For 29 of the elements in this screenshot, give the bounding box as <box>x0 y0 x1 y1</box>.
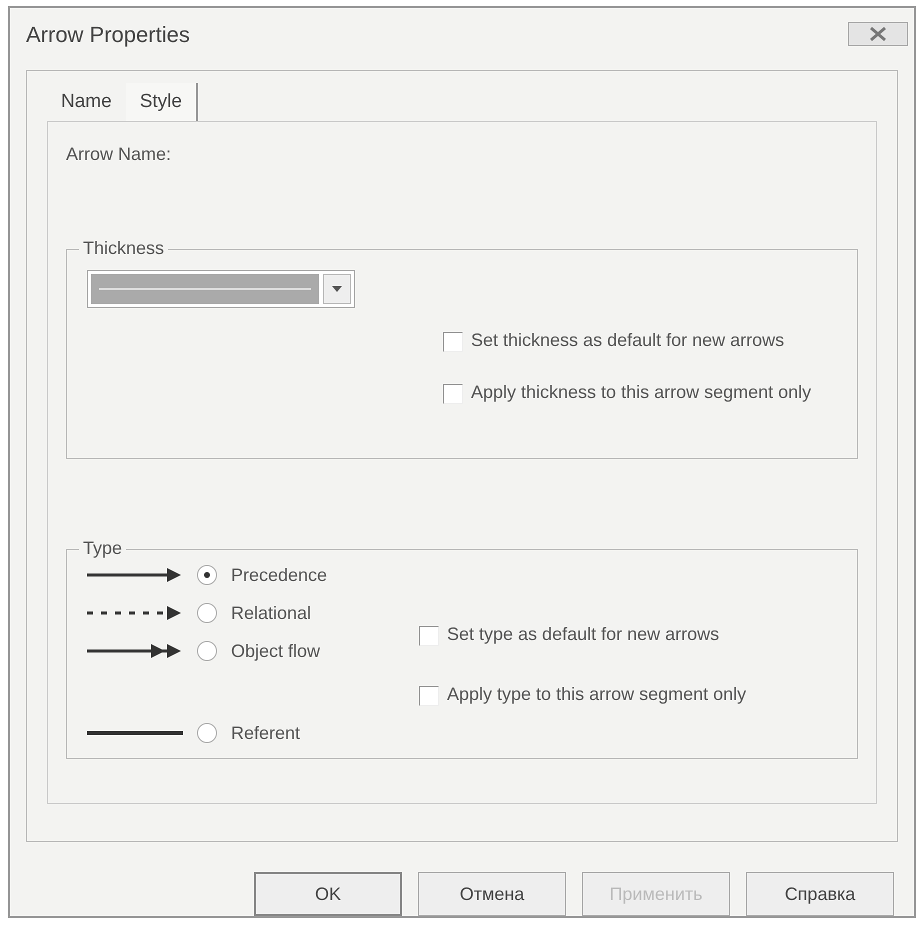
close-button[interactable] <box>848 22 908 46</box>
checkbox[interactable] <box>419 626 439 646</box>
field-label: Arrow Name: <box>66 144 172 165</box>
tab[interactable]: Style <box>126 83 198 121</box>
radio-button[interactable] <box>197 603 217 623</box>
close-icon <box>867 25 889 43</box>
checkbox-label: Apply type to this arrow segment only <box>447 683 748 706</box>
checkbox[interactable] <box>443 384 463 404</box>
radio-button[interactable] <box>197 641 217 661</box>
radio-label: Relational <box>231 602 312 624</box>
radio-button[interactable] <box>197 565 217 585</box>
arrow-icon <box>87 568 183 582</box>
window-title: Arrow Properties <box>26 22 190 48</box>
checkbox[interactable] <box>419 686 439 706</box>
arrow-icon <box>87 644 183 658</box>
radio-label: Precedence <box>231 564 328 586</box>
dialog-button[interactable]: Справка <box>746 872 894 916</box>
checkbox[interactable] <box>443 332 463 352</box>
arrow-icon <box>87 606 183 620</box>
checkbox-label: Apply thickness to this arrow segment only <box>471 381 812 404</box>
tab[interactable]: Name <box>47 83 126 121</box>
radio-label: Referent <box>231 722 300 744</box>
checkbox-label: Set thickness as default for new arrows <box>471 329 786 352</box>
dialog-button[interactable]: Отмена <box>418 872 566 916</box>
dropdown-arrow-icon <box>332 286 342 292</box>
checkbox-label: Set type as default for new arrows <box>447 623 720 646</box>
radio-button[interactable] <box>197 723 217 743</box>
dialog-button[interactable]: OK <box>254 872 402 916</box>
radio-label: Object flow <box>231 640 320 662</box>
